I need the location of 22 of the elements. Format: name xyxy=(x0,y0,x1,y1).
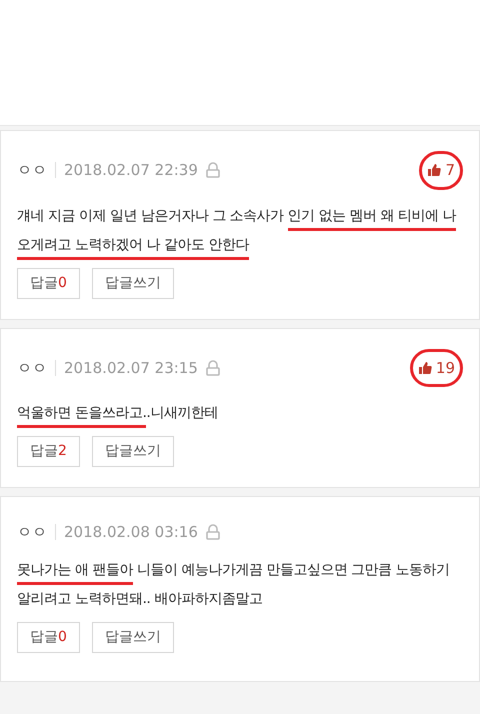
comment-date: 2018.02.08 03:16 xyxy=(64,522,198,543)
lock-icon xyxy=(206,360,220,376)
author-name: ㅇㅇ xyxy=(17,160,47,181)
like-count[interactable]: 19 xyxy=(418,356,455,379)
comment-text: 걔네 지금 이제 일년 남은거자나 그 소속사가 인기 없는 멤버 왜 티비에 나오게려고 노력하겠어 나 같아도 안한다 xyxy=(17,202,463,260)
comment-text: 억울하면 돈을쓰라고..니새끼한테 xyxy=(17,399,463,428)
reply-count-button[interactable]: 답글2 xyxy=(17,436,80,467)
reply-count-button[interactable]: 답글0 xyxy=(17,268,80,298)
author-name: ㅇㅇ xyxy=(17,522,47,543)
write-reply-button[interactable]: 답글쓰기 xyxy=(92,622,174,652)
lock-icon xyxy=(206,162,220,178)
thumbs-up-icon xyxy=(427,163,442,178)
thumbs-up-icon xyxy=(418,360,432,375)
comment-date: 2018.02.07 23:15 xyxy=(64,358,198,378)
write-reply-button[interactable]: 답글쓰기 xyxy=(92,268,174,298)
write-reply-button[interactable]: 답글쓰기 xyxy=(92,436,174,467)
lock-icon xyxy=(206,524,220,540)
author-name: ㅇㅇ xyxy=(17,358,47,378)
comment-date: 2018.02.07 22:39 xyxy=(64,160,198,181)
reply-count-button[interactable]: 답글0 xyxy=(17,622,80,652)
comment-text: 못나가는 애 팬들아 니들이 예능나가게끔 만들고싶으면 그만큼 노동하기 알리려고 노력하면돼.. 배아파하지좀말고 xyxy=(17,560,451,608)
like-count[interactable]: 7 xyxy=(427,159,455,182)
